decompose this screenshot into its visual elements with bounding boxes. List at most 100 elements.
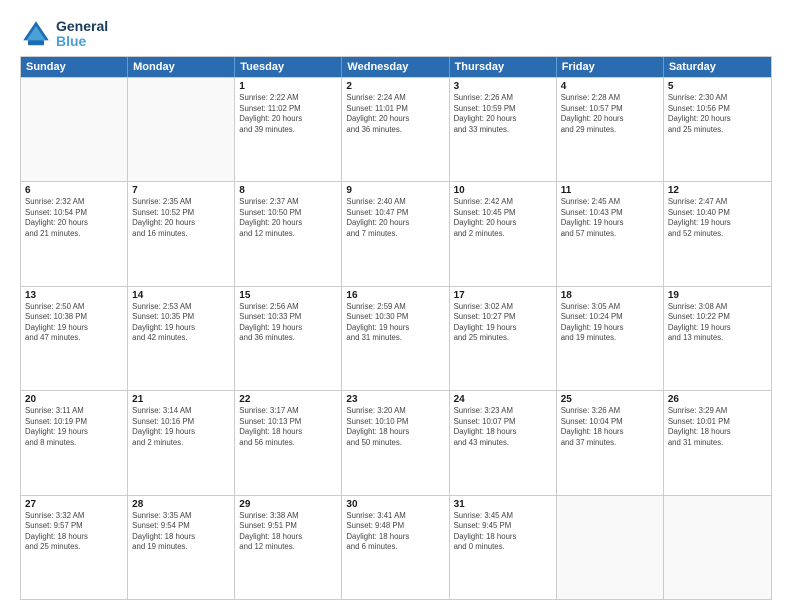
day-number: 2 [346,81,444,92]
day-cell-23: 23Sunrise: 3:20 AM Sunset: 10:10 PM Dayl… [342,391,449,494]
day-number: 25 [561,394,659,405]
day-cell-11: 11Sunrise: 2:45 AM Sunset: 10:43 PM Dayl… [557,182,664,285]
day-number: 3 [454,81,552,92]
day-cell-6: 6Sunrise: 2:32 AM Sunset: 10:54 PM Dayli… [21,182,128,285]
day-info: Sunrise: 2:47 AM Sunset: 10:40 PM Daylig… [668,197,767,239]
day-cell-7: 7Sunrise: 2:35 AM Sunset: 10:52 PM Dayli… [128,182,235,285]
day-info: Sunrise: 2:35 AM Sunset: 10:52 PM Daylig… [132,197,230,239]
day-info: Sunrise: 3:45 AM Sunset: 9:45 PM Dayligh… [454,511,552,553]
day-info: Sunrise: 3:17 AM Sunset: 10:13 PM Daylig… [239,406,337,448]
weekday-header-friday: Friday [557,57,664,77]
calendar: SundayMondayTuesdayWednesdayThursdayFrid… [20,56,772,600]
day-info: Sunrise: 2:26 AM Sunset: 10:59 PM Daylig… [454,93,552,135]
day-info: Sunrise: 2:56 AM Sunset: 10:33 PM Daylig… [239,302,337,344]
day-cell-24: 24Sunrise: 3:23 AM Sunset: 10:07 PM Dayl… [450,391,557,494]
day-number: 29 [239,499,337,510]
day-info: Sunrise: 2:30 AM Sunset: 10:56 PM Daylig… [668,93,767,135]
day-number: 7 [132,185,230,196]
day-cell-3: 3Sunrise: 2:26 AM Sunset: 10:59 PM Dayli… [450,78,557,181]
day-number: 4 [561,81,659,92]
day-info: Sunrise: 2:59 AM Sunset: 10:30 PM Daylig… [346,302,444,344]
weekday-header-thursday: Thursday [450,57,557,77]
empty-cell [557,496,664,599]
day-number: 31 [454,499,552,510]
day-number: 8 [239,185,337,196]
day-cell-13: 13Sunrise: 2:50 AM Sunset: 10:38 PM Dayl… [21,287,128,390]
day-number: 10 [454,185,552,196]
day-info: Sunrise: 2:40 AM Sunset: 10:47 PM Daylig… [346,197,444,239]
day-cell-25: 25Sunrise: 3:26 AM Sunset: 10:04 PM Dayl… [557,391,664,494]
day-info: Sunrise: 3:02 AM Sunset: 10:27 PM Daylig… [454,302,552,344]
day-number: 6 [25,185,123,196]
day-cell-12: 12Sunrise: 2:47 AM Sunset: 10:40 PM Dayl… [664,182,771,285]
logo-icon [20,18,52,50]
day-cell-19: 19Sunrise: 3:08 AM Sunset: 10:22 PM Dayl… [664,287,771,390]
weekday-header-sunday: Sunday [21,57,128,77]
day-cell-14: 14Sunrise: 2:53 AM Sunset: 10:35 PM Dayl… [128,287,235,390]
header: General Blue [20,18,772,50]
day-cell-22: 22Sunrise: 3:17 AM Sunset: 10:13 PM Dayl… [235,391,342,494]
day-number: 28 [132,499,230,510]
day-info: Sunrise: 2:22 AM Sunset: 11:02 PM Daylig… [239,93,337,135]
day-info: Sunrise: 3:35 AM Sunset: 9:54 PM Dayligh… [132,511,230,553]
week-row-4: 20Sunrise: 3:11 AM Sunset: 10:19 PM Dayl… [21,390,771,494]
day-cell-28: 28Sunrise: 3:35 AM Sunset: 9:54 PM Dayli… [128,496,235,599]
week-row-3: 13Sunrise: 2:50 AM Sunset: 10:38 PM Dayl… [21,286,771,390]
day-info: Sunrise: 2:28 AM Sunset: 10:57 PM Daylig… [561,93,659,135]
day-info: Sunrise: 2:45 AM Sunset: 10:43 PM Daylig… [561,197,659,239]
logo-text: General Blue [56,19,108,50]
day-info: Sunrise: 3:23 AM Sunset: 10:07 PM Daylig… [454,406,552,448]
empty-cell [128,78,235,181]
day-cell-20: 20Sunrise: 3:11 AM Sunset: 10:19 PM Dayl… [21,391,128,494]
day-cell-16: 16Sunrise: 2:59 AM Sunset: 10:30 PM Dayl… [342,287,449,390]
day-cell-21: 21Sunrise: 3:14 AM Sunset: 10:16 PM Dayl… [128,391,235,494]
day-info: Sunrise: 2:53 AM Sunset: 10:35 PM Daylig… [132,302,230,344]
day-cell-17: 17Sunrise: 3:02 AM Sunset: 10:27 PM Dayl… [450,287,557,390]
day-number: 1 [239,81,337,92]
day-number: 21 [132,394,230,405]
day-info: Sunrise: 3:20 AM Sunset: 10:10 PM Daylig… [346,406,444,448]
day-cell-29: 29Sunrise: 3:38 AM Sunset: 9:51 PM Dayli… [235,496,342,599]
day-info: Sunrise: 3:05 AM Sunset: 10:24 PM Daylig… [561,302,659,344]
day-number: 20 [25,394,123,405]
day-number: 15 [239,290,337,301]
day-number: 9 [346,185,444,196]
day-number: 14 [132,290,230,301]
day-info: Sunrise: 2:50 AM Sunset: 10:38 PM Daylig… [25,302,123,344]
day-info: Sunrise: 3:26 AM Sunset: 10:04 PM Daylig… [561,406,659,448]
empty-cell [664,496,771,599]
day-number: 16 [346,290,444,301]
day-number: 13 [25,290,123,301]
day-cell-26: 26Sunrise: 3:29 AM Sunset: 10:01 PM Dayl… [664,391,771,494]
day-cell-5: 5Sunrise: 2:30 AM Sunset: 10:56 PM Dayli… [664,78,771,181]
day-info: Sunrise: 3:11 AM Sunset: 10:19 PM Daylig… [25,406,123,448]
day-number: 26 [668,394,767,405]
week-row-5: 27Sunrise: 3:32 AM Sunset: 9:57 PM Dayli… [21,495,771,599]
day-number: 5 [668,81,767,92]
day-number: 19 [668,290,767,301]
day-cell-2: 2Sunrise: 2:24 AM Sunset: 11:01 PM Dayli… [342,78,449,181]
day-info: Sunrise: 3:38 AM Sunset: 9:51 PM Dayligh… [239,511,337,553]
day-cell-27: 27Sunrise: 3:32 AM Sunset: 9:57 PM Dayli… [21,496,128,599]
day-cell-1: 1Sunrise: 2:22 AM Sunset: 11:02 PM Dayli… [235,78,342,181]
calendar-header-row: SundayMondayTuesdayWednesdayThursdayFrid… [21,57,771,77]
day-info: Sunrise: 3:32 AM Sunset: 9:57 PM Dayligh… [25,511,123,553]
weekday-header-tuesday: Tuesday [235,57,342,77]
day-cell-30: 30Sunrise: 3:41 AM Sunset: 9:48 PM Dayli… [342,496,449,599]
day-cell-9: 9Sunrise: 2:40 AM Sunset: 10:47 PM Dayli… [342,182,449,285]
day-info: Sunrise: 2:24 AM Sunset: 11:01 PM Daylig… [346,93,444,135]
day-cell-10: 10Sunrise: 2:42 AM Sunset: 10:45 PM Dayl… [450,182,557,285]
day-cell-18: 18Sunrise: 3:05 AM Sunset: 10:24 PM Dayl… [557,287,664,390]
day-cell-15: 15Sunrise: 2:56 AM Sunset: 10:33 PM Dayl… [235,287,342,390]
day-number: 30 [346,499,444,510]
weekday-header-monday: Monday [128,57,235,77]
day-info: Sunrise: 3:29 AM Sunset: 10:01 PM Daylig… [668,406,767,448]
day-number: 23 [346,394,444,405]
day-info: Sunrise: 3:08 AM Sunset: 10:22 PM Daylig… [668,302,767,344]
day-number: 12 [668,185,767,196]
day-info: Sunrise: 2:42 AM Sunset: 10:45 PM Daylig… [454,197,552,239]
weekday-header-saturday: Saturday [664,57,771,77]
weekday-header-wednesday: Wednesday [342,57,449,77]
day-number: 24 [454,394,552,405]
logo: General Blue [20,18,108,50]
